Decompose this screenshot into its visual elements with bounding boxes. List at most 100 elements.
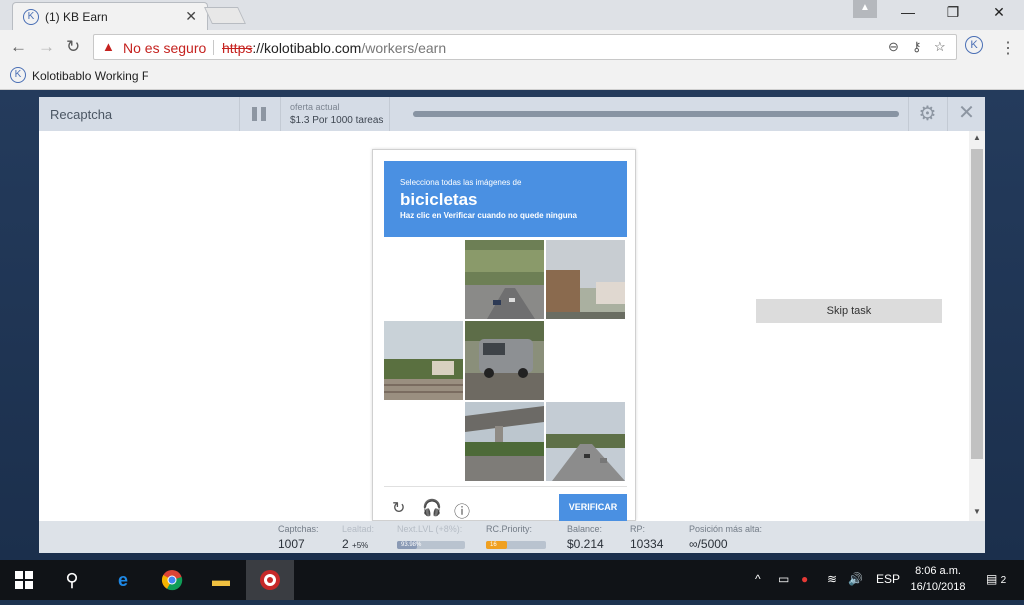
scroll-down-icon[interactable]: ▼ bbox=[973, 507, 981, 516]
captcha-footer: ↻ 🎧 ⓘ VERIFICAR bbox=[384, 486, 627, 522]
instruction-text: Selecciona todas las imágenes de bbox=[400, 178, 522, 187]
url-host: ://kolotibablo.com bbox=[252, 40, 362, 56]
captcha-tile-6[interactable] bbox=[546, 321, 625, 400]
bookmarks-bar: K Kolotibablo Working F bbox=[0, 64, 1024, 90]
language-indicator[interactable]: ESP bbox=[876, 572, 900, 586]
reload-icon[interactable]: ↻ bbox=[66, 37, 80, 57]
browser-title-bar: K (1) KB Earn ✕ ▲ — ❐ ✕ bbox=[0, 0, 1024, 30]
kolotibablo-extension-icon[interactable]: K bbox=[965, 36, 983, 54]
tile-image-street bbox=[465, 240, 544, 319]
verify-button[interactable]: VERIFICAR bbox=[559, 494, 627, 521]
bookmark-star-icon[interactable]: ☆ bbox=[934, 39, 946, 55]
priority-fill: 16 bbox=[486, 541, 507, 549]
file-explorer-icon[interactable]: ▬ bbox=[197, 560, 245, 600]
stat-label: Balance: bbox=[567, 524, 603, 534]
stat-value: 1007 bbox=[278, 537, 305, 551]
stat-label: RP: bbox=[630, 524, 646, 534]
lealtad-level: 2 bbox=[342, 537, 349, 551]
clock-date: 16/10/2018 bbox=[910, 581, 966, 593]
scrollbar[interactable]: ▲ ▼ bbox=[969, 131, 985, 521]
offer-value: $1.3 Por 1000 tareas bbox=[290, 115, 384, 126]
headphones-audio-icon[interactable]: 🎧 bbox=[422, 498, 442, 518]
battery-icon[interactable]: ▭ bbox=[778, 572, 789, 586]
browser-toolbar: ← → ↻ ▲ No es seguro https://kolotibablo… bbox=[0, 30, 1024, 64]
pause-button[interactable] bbox=[239, 97, 279, 131]
volume-icon[interactable]: 🔊 bbox=[848, 572, 863, 586]
scroll-up-icon[interactable]: ▲ bbox=[973, 133, 981, 142]
windows-start-icon[interactable] bbox=[0, 560, 48, 600]
gear-icon[interactable]: ⚙ bbox=[908, 97, 946, 131]
stat-value: 10334 bbox=[630, 537, 664, 551]
wifi-icon[interactable]: ≋ bbox=[827, 572, 837, 586]
info-icon[interactable]: ⓘ bbox=[454, 498, 470, 522]
chrome-logo-icon bbox=[161, 570, 183, 591]
notifications-icon[interactable]: ▤ 2 bbox=[986, 572, 1006, 586]
minimize-button[interactable]: — bbox=[893, 4, 923, 20]
browser-tab[interactable]: K (1) KB Earn ✕ bbox=[12, 2, 208, 30]
stat-label: Next.LVL (+8%): bbox=[397, 524, 463, 534]
url-path: /workers/earn bbox=[361, 40, 447, 56]
stat-label: Lealtad: bbox=[342, 524, 375, 534]
panel-header: Recaptcha oferta actual $1.3 Por 1000 ta… bbox=[39, 97, 985, 131]
stat-value: $0.214 bbox=[567, 537, 604, 551]
captcha-tile-2[interactable] bbox=[465, 240, 544, 319]
tile-image-overpass bbox=[465, 402, 544, 481]
profile-icon[interactable]: ▲ bbox=[853, 0, 877, 18]
close-icon[interactable]: ✕ bbox=[947, 97, 985, 131]
captcha-tile-8[interactable] bbox=[465, 402, 544, 481]
captcha-tile-7[interactable] bbox=[384, 402, 463, 481]
stat-rp: RP: 10334 bbox=[630, 524, 663, 551]
captcha-tile-4[interactable] bbox=[384, 321, 463, 400]
windows-taskbar: ⚲ e ▬ ^ ▭ ● ≋ 🔊 ESP 8:06 a.m. 16/10/2018… bbox=[0, 560, 1024, 600]
stat-balance: Balance: $0.214 bbox=[567, 524, 604, 551]
stats-bar: Captchas: 1007 Lealtad: 2 +5% Next.LVL (… bbox=[39, 521, 985, 553]
kolotibablo-app-icon[interactable] bbox=[246, 560, 294, 600]
current-offer: oferta actual $1.3 Por 1000 tareas bbox=[280, 97, 390, 131]
warning-icon: ▲ bbox=[102, 39, 115, 54]
zoom-icon[interactable]: ⊖ bbox=[888, 39, 899, 55]
offer-label: oferta actual bbox=[290, 102, 340, 112]
skip-task-button[interactable]: Skip task bbox=[756, 299, 942, 323]
bookmark-kolotibablo[interactable]: Kolotibablo Working F bbox=[32, 69, 148, 83]
captcha-tile-9[interactable] bbox=[546, 402, 625, 481]
tab-close-icon[interactable]: ✕ bbox=[185, 8, 197, 25]
captcha-instructions: Selecciona todas las imágenes de bicicle… bbox=[384, 161, 627, 237]
key-icon[interactable]: ⚷ bbox=[912, 39, 922, 55]
stat-next-level: Next.LVL (+8%): bbox=[397, 524, 462, 534]
maximize-button[interactable]: ❐ bbox=[938, 4, 968, 21]
url-scheme: https bbox=[222, 40, 253, 56]
window-close-button[interactable]: ✕ bbox=[984, 4, 1014, 21]
stat-label: RC.Priority: bbox=[486, 524, 533, 534]
menu-dots-icon[interactable]: ⋮ bbox=[1000, 38, 1016, 58]
search-icon[interactable]: ⚲ bbox=[48, 560, 96, 600]
pause-icon-bar bbox=[252, 107, 257, 121]
notification-count: 2 bbox=[1000, 575, 1007, 586]
scrollbar-thumb[interactable] bbox=[971, 149, 983, 459]
show-hidden-icons[interactable]: ^ bbox=[755, 572, 761, 586]
system-clock[interactable]: 8:06 a.m. 16/10/2018 bbox=[906, 563, 970, 595]
captcha-tile-1[interactable] bbox=[384, 240, 463, 319]
address-bar[interactable]: ▲ No es seguro https://kolotibablo.com/w… bbox=[93, 34, 957, 60]
edge-icon[interactable]: e bbox=[99, 560, 147, 600]
stat-priority: RC.Priority: bbox=[486, 524, 532, 534]
reload-captcha-icon[interactable]: ↻ bbox=[392, 498, 405, 518]
stat-label: Captchas: bbox=[278, 524, 319, 534]
task-area: Selecciona todas las imágenes de bicicle… bbox=[39, 131, 985, 521]
captcha-tile-5[interactable] bbox=[465, 321, 544, 400]
url-text[interactable]: https://kolotibablo.com/workers/earn bbox=[222, 40, 446, 56]
new-tab-button[interactable] bbox=[204, 7, 246, 24]
instruction-hint: Haz clic en Verificar cuando no quede ni… bbox=[400, 211, 577, 220]
bookmark-favicon-icon: K bbox=[10, 67, 26, 83]
kb-favicon-icon: K bbox=[23, 9, 39, 25]
stat-lealtad: Lealtad: 2 +5% bbox=[342, 524, 374, 551]
captcha-tile-3[interactable] bbox=[546, 240, 625, 319]
back-arrow-icon[interactable]: ← bbox=[10, 37, 27, 57]
next-level-fill: 93.98% bbox=[397, 541, 421, 549]
not-secure-label[interactable]: No es seguro bbox=[123, 40, 206, 56]
tab-title: (1) KB Earn bbox=[45, 10, 108, 24]
stat-captchas: Captchas: 1007 bbox=[278, 524, 319, 551]
forward-arrow-icon[interactable]: → bbox=[38, 37, 55, 57]
antivirus-icon[interactable]: ● bbox=[801, 572, 808, 586]
chrome-icon[interactable] bbox=[148, 560, 196, 600]
panel-title: Recaptcha bbox=[50, 107, 113, 122]
